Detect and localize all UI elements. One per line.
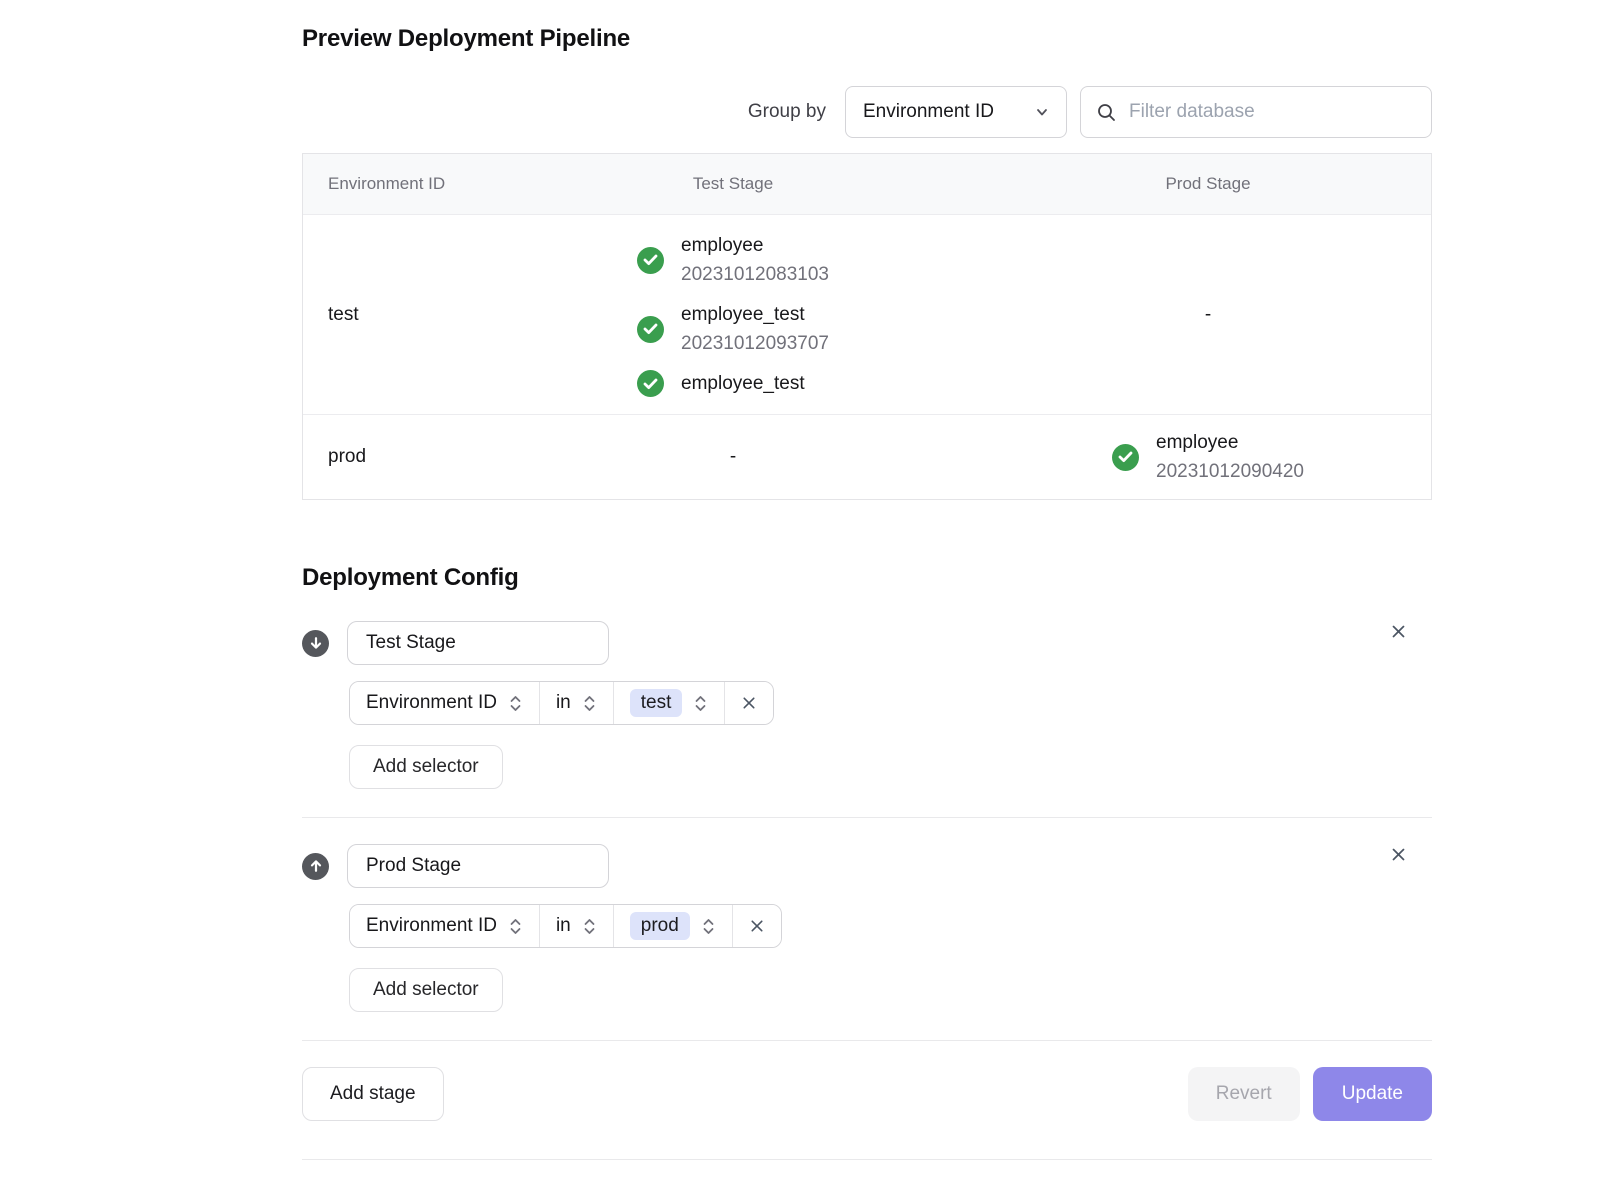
- pipeline-table: Environment ID Test Stage Prod Stage tes…: [302, 153, 1432, 500]
- chevrons-up-down-icon: [582, 917, 597, 936]
- selector-row: Environment ID in prod: [349, 904, 782, 948]
- chevrons-up-down-icon: [701, 917, 716, 936]
- prod-stage-cell: -: [983, 215, 1433, 414]
- table-controls: Group by Environment ID: [302, 86, 1432, 138]
- actions-right: Revert Update: [1188, 1067, 1432, 1121]
- column-header-prod-stage: Prod Stage: [983, 154, 1433, 214]
- deployment-entry: employee_test 20231012093707: [637, 300, 829, 358]
- selector-operator-value: in: [556, 915, 571, 937]
- remove-stage-button[interactable]: [1384, 617, 1412, 645]
- chevrons-up-down-icon: [508, 917, 523, 936]
- table-row: prod - employee 20231012090420: [303, 415, 1431, 499]
- stage-name-input[interactable]: [347, 844, 609, 888]
- table-row: test employee 20231012083103: [303, 215, 1431, 415]
- selector-value-pill: test: [630, 689, 683, 717]
- stage-divider: [302, 817, 1432, 818]
- group-by-select[interactable]: Environment ID: [845, 86, 1067, 138]
- stage-block-prod: Environment ID in prod Add sel: [302, 844, 1432, 1012]
- environment-id-cell: prod: [303, 415, 483, 499]
- bottom-divider: [302, 1159, 1432, 1160]
- deployment-name: employee: [681, 231, 829, 260]
- check-circle-icon: [637, 316, 664, 343]
- selector-operator-value: in: [556, 692, 571, 714]
- main-content: Preview Deployment Pipeline Group by Env…: [302, 0, 1432, 1160]
- selector-operator-select[interactable]: in: [540, 682, 614, 724]
- table-header-row: Environment ID Test Stage Prod Stage: [303, 154, 1431, 215]
- deployment-name: employee_test: [681, 300, 829, 329]
- prod-stage-cell: employee 20231012090420: [983, 415, 1433, 499]
- deployment-entry: employee 20231012083103: [637, 231, 829, 289]
- chevrons-up-down-icon: [693, 694, 708, 713]
- group-by-label: Group by: [748, 101, 826, 123]
- deployment-name: employee_test: [681, 369, 805, 398]
- test-stage-cell: -: [483, 415, 983, 499]
- selector-key-value: Environment ID: [366, 915, 497, 937]
- selector-value-select[interactable]: test: [614, 682, 726, 724]
- add-stage-button[interactable]: Add stage: [302, 1067, 444, 1121]
- stage-header-row: [302, 844, 1432, 888]
- deployment-entry: employee_test: [637, 369, 829, 398]
- selector-row: Environment ID in test: [349, 681, 774, 725]
- selector-key-value: Environment ID: [366, 692, 497, 714]
- selector-key-select[interactable]: Environment ID: [350, 682, 540, 724]
- deployment-name: employee: [1156, 428, 1304, 457]
- remove-selector-button[interactable]: [733, 905, 781, 947]
- column-header-test-stage: Test Stage: [483, 154, 983, 214]
- environment-id-cell: test: [303, 215, 483, 414]
- selector-value-pill: prod: [630, 912, 690, 940]
- deployment-config-title: Deployment Config: [302, 564, 1432, 592]
- revert-button[interactable]: Revert: [1188, 1067, 1300, 1121]
- check-circle-icon: [1112, 444, 1139, 471]
- deployment-timestamp: 20231012093707: [681, 329, 829, 358]
- chevrons-up-down-icon: [582, 694, 597, 713]
- selector-value-select[interactable]: prod: [614, 905, 733, 947]
- remove-stage-button[interactable]: [1384, 840, 1412, 868]
- deployment-timestamp: 20231012083103: [681, 260, 829, 289]
- group-by-value: Environment ID: [863, 101, 994, 123]
- selector-operator-select[interactable]: in: [540, 905, 614, 947]
- stage-block-test: Environment ID in test Add sel: [302, 621, 1432, 789]
- filter-database-input[interactable]: [1129, 101, 1416, 123]
- column-header-environment-id: Environment ID: [303, 154, 483, 214]
- deployment-timestamp: 20231012090420: [1156, 457, 1304, 486]
- arrow-down-circle-icon: [302, 630, 329, 657]
- actions-divider: [302, 1040, 1432, 1041]
- selector-key-select[interactable]: Environment ID: [350, 905, 540, 947]
- chevrons-up-down-icon: [508, 694, 523, 713]
- check-circle-icon: [637, 247, 664, 274]
- stage-name-input[interactable]: [347, 621, 609, 665]
- search-icon: [1096, 102, 1117, 123]
- actions-row: Add stage Revert Update: [302, 1067, 1432, 1121]
- chevron-down-icon: [1032, 102, 1052, 122]
- test-stage-cell: employee 20231012083103 employee_test 20…: [483, 215, 983, 414]
- arrow-up-circle-icon: [302, 853, 329, 880]
- add-selector-button[interactable]: Add selector: [349, 968, 503, 1012]
- add-selector-button[interactable]: Add selector: [349, 745, 503, 789]
- update-button[interactable]: Update: [1313, 1067, 1432, 1121]
- remove-selector-button[interactable]: [725, 682, 773, 724]
- page-title: Preview Deployment Pipeline: [302, 25, 1432, 53]
- filter-database-field: [1080, 86, 1432, 138]
- stage-header-row: [302, 621, 1432, 665]
- check-circle-icon: [637, 370, 664, 397]
- deployment-entries: employee 20231012083103 employee_test 20…: [637, 231, 829, 398]
- deployment-entry: employee 20231012090420: [1112, 428, 1304, 486]
